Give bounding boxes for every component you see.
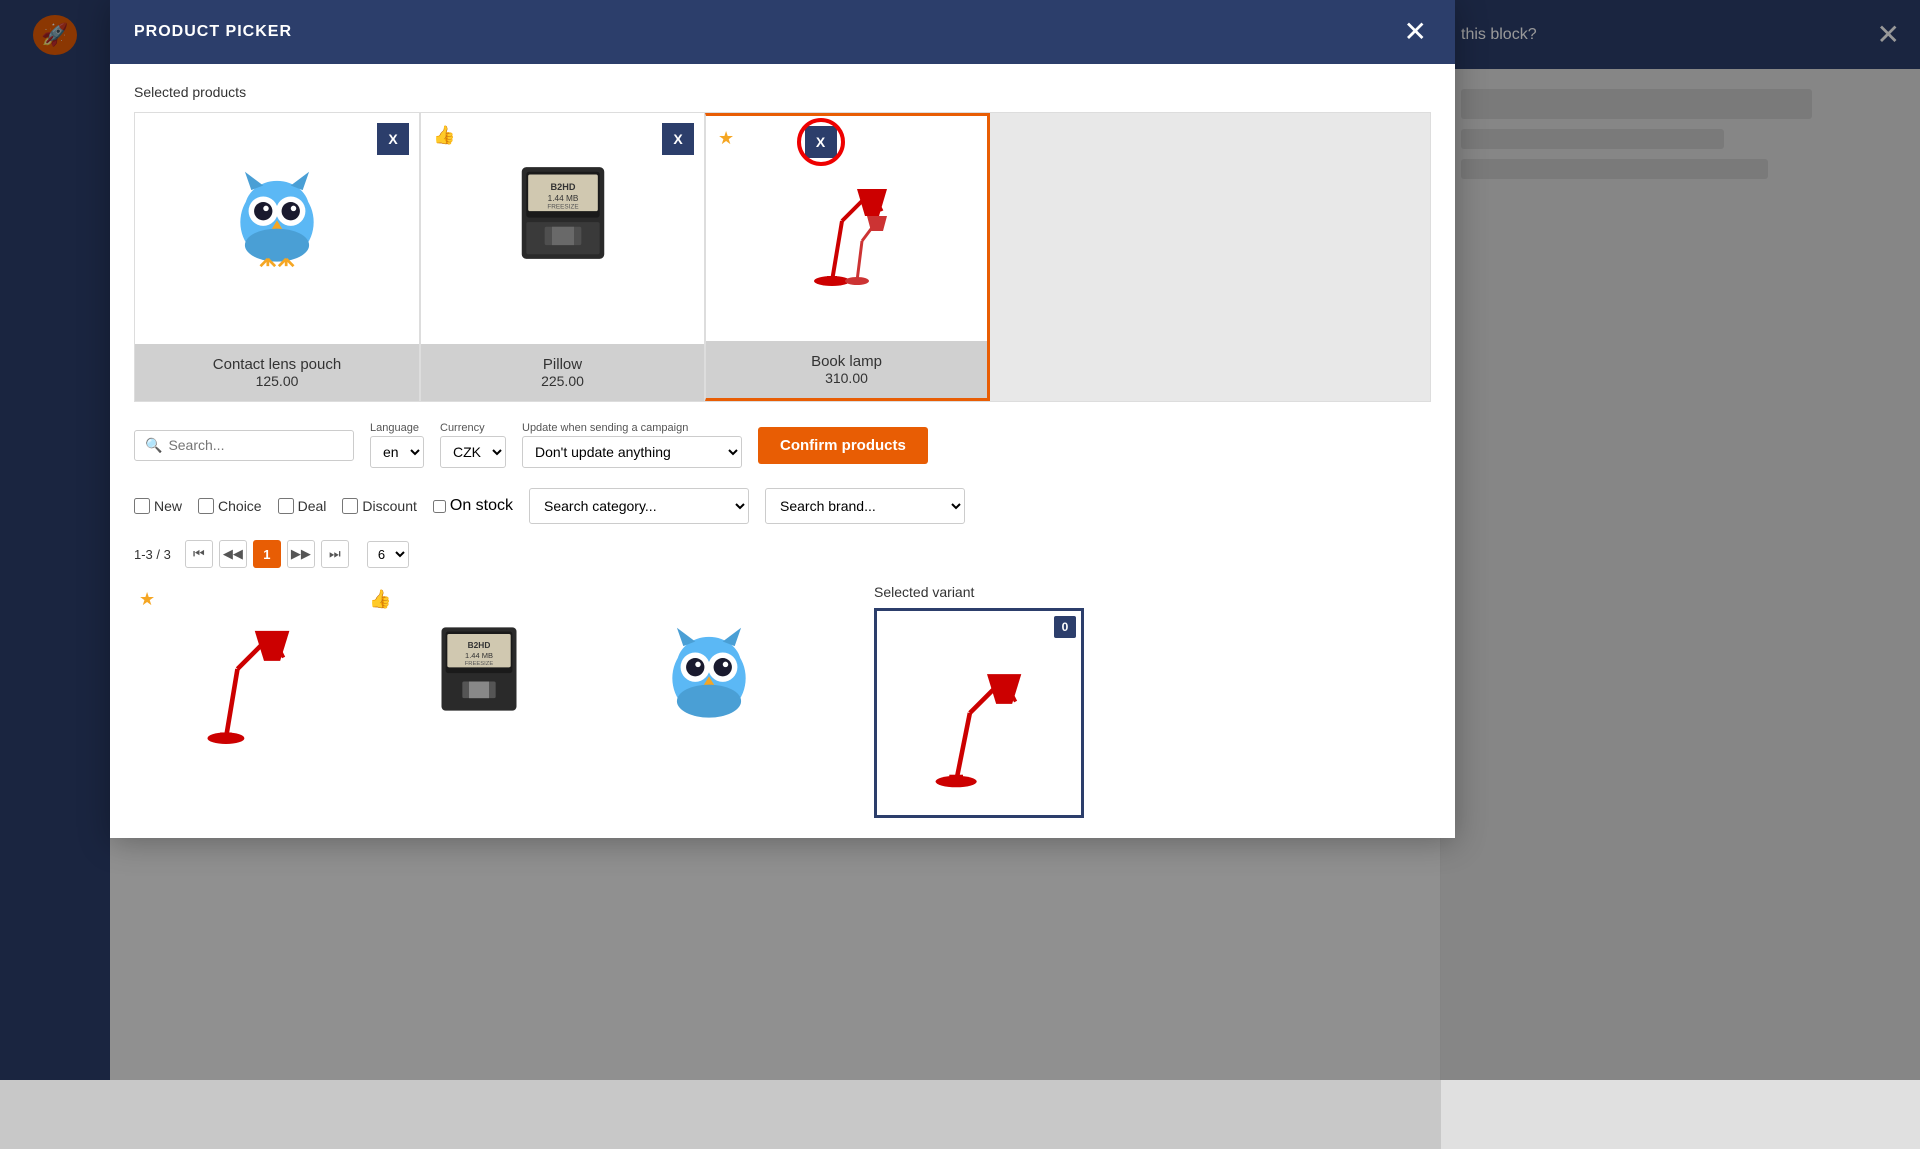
- language-select[interactable]: en: [370, 436, 424, 468]
- discount-filter-checkbox[interactable]: [342, 498, 358, 514]
- product-grid: ★: [134, 584, 824, 818]
- product-card-contact-lens-pouch: X: [135, 113, 420, 401]
- modal-header: PRODUCT PICKER ✕: [110, 0, 1455, 64]
- choice-filter-checkbox[interactable]: [198, 498, 214, 514]
- selected-products-row: X: [134, 112, 1431, 402]
- grid-product-book-lamp-image: [149, 584, 349, 754]
- svg-text:FREESIZE: FREESIZE: [465, 661, 494, 667]
- svg-text:B2HD: B2HD: [550, 182, 575, 192]
- choice-filter-group: Choice: [198, 498, 262, 514]
- grid-product-pillow-image: B2HD 1.44 MB FREESIZE: [379, 584, 579, 754]
- pillow-price: 225.00: [429, 373, 696, 389]
- search-input[interactable]: [168, 437, 343, 453]
- last-page-button[interactable]: ⏭: [321, 540, 349, 568]
- selected-variant-label: Selected variant: [874, 584, 1084, 600]
- currency-select[interactable]: CZK: [440, 436, 506, 468]
- book-lamp-name: Book lamp: [714, 353, 979, 370]
- grid-product-owl-image: [609, 584, 809, 754]
- svg-text:B2HD: B2HD: [468, 640, 491, 650]
- grid-product-pillow[interactable]: 👍 B2HD 1.44 MB FREESIZE: [364, 584, 594, 818]
- book-lamp-image: [706, 126, 987, 326]
- on-stock-group: On stock: [433, 497, 513, 515]
- deal-filter-label: Deal: [298, 498, 327, 514]
- update-label: Update when sending a campaign: [522, 422, 742, 434]
- new-filter-label: New: [154, 498, 182, 514]
- product-grid-area: ★: [134, 584, 1431, 818]
- modal-title: PRODUCT PICKER: [134, 23, 292, 41]
- language-group: Language en: [370, 422, 424, 468]
- svg-text:1.44 MB: 1.44 MB: [547, 194, 578, 203]
- empty-card-area: [990, 113, 1430, 401]
- modal-overlay: PRODUCT PICKER ✕ Selected products X: [0, 0, 1920, 1080]
- filter-row: New Choice Deal Discount On stock: [134, 488, 1431, 524]
- contact-lens-pouch-info: Contact lens pouch 125.00: [135, 344, 419, 401]
- product-card-pillow: 👍 X B2HD 1.44 MB FREESIZE: [420, 113, 705, 401]
- first-page-button[interactable]: ⏮: [185, 540, 213, 568]
- modal-body: Selected products X: [110, 64, 1455, 838]
- modal-close-button[interactable]: ✕: [1400, 18, 1431, 46]
- on-stock-label: On stock: [450, 497, 513, 515]
- on-stock-checkbox[interactable]: [433, 500, 446, 513]
- deal-filter-group: Deal: [278, 498, 327, 514]
- remove-contact-lens-pouch-button[interactable]: X: [377, 123, 409, 155]
- book-lamp-price: 310.00: [714, 370, 979, 386]
- pagination-info: 1-3 / 3: [134, 547, 171, 562]
- remove-pillow-button[interactable]: X: [662, 123, 694, 155]
- book-lamp-info: Book lamp 310.00: [706, 341, 987, 398]
- grid-product-star-icon: ★: [139, 589, 155, 610]
- selected-products-label: Selected products: [134, 84, 1431, 100]
- current-page: 1: [253, 540, 281, 568]
- discount-filter-label: Discount: [362, 498, 416, 514]
- next-page-button[interactable]: ▶▶: [287, 540, 315, 568]
- svg-text:1.44 MB: 1.44 MB: [465, 651, 493, 660]
- controls-row: 🔍 Language en Currency CZK: [134, 422, 1431, 468]
- new-filter-checkbox[interactable]: [134, 498, 150, 514]
- remove-book-lamp-button[interactable]: X: [805, 126, 837, 158]
- selected-variant-section: Selected variant 0: [874, 584, 1084, 818]
- book-lamp-star-icon: ★: [718, 128, 734, 149]
- per-page-select[interactable]: 6: [367, 541, 409, 568]
- product-card-book-lamp: ★ X: [705, 113, 990, 401]
- pillow-info: Pillow 225.00: [421, 344, 704, 401]
- deal-filter-checkbox[interactable]: [278, 498, 294, 514]
- pillow-name: Pillow: [429, 356, 696, 373]
- language-label: Language: [370, 422, 424, 434]
- contact-lens-pouch-name: Contact lens pouch: [143, 356, 411, 373]
- grid-product-book-lamp[interactable]: ★: [134, 584, 364, 818]
- contact-lens-pouch-price: 125.00: [143, 373, 411, 389]
- variant-count-badge: 0: [1054, 616, 1076, 638]
- search-box[interactable]: 🔍: [134, 430, 354, 461]
- grid-product-owl[interactable]: [594, 584, 824, 818]
- pillow-thumb-icon: 👍: [433, 125, 455, 146]
- variant-image-box: 0: [874, 608, 1084, 818]
- currency-group: Currency CZK: [440, 422, 506, 468]
- product-picker-modal: PRODUCT PICKER ✕ Selected products X: [110, 0, 1455, 838]
- update-select[interactable]: Don't update anything: [522, 436, 742, 468]
- brand-select[interactable]: Search brand...: [765, 488, 965, 524]
- pagination-row: 1-3 / 3 ⏮ ◀◀ 1 ▶▶ ⏭ 6: [134, 540, 1431, 568]
- choice-filter-label: Choice: [218, 498, 262, 514]
- update-group: Update when sending a campaign Don't upd…: [522, 422, 742, 468]
- search-icon: 🔍: [145, 437, 162, 454]
- category-select[interactable]: Search category...: [529, 488, 749, 524]
- grid-product-thumb-icon: 👍: [369, 589, 391, 610]
- prev-page-button[interactable]: ◀◀: [219, 540, 247, 568]
- svg-text:FREESIZE: FREESIZE: [547, 203, 578, 210]
- currency-label: Currency: [440, 422, 506, 434]
- discount-filter-group: Discount: [342, 498, 416, 514]
- new-filter-group: New: [134, 498, 182, 514]
- confirm-products-button[interactable]: Confirm products: [758, 427, 928, 464]
